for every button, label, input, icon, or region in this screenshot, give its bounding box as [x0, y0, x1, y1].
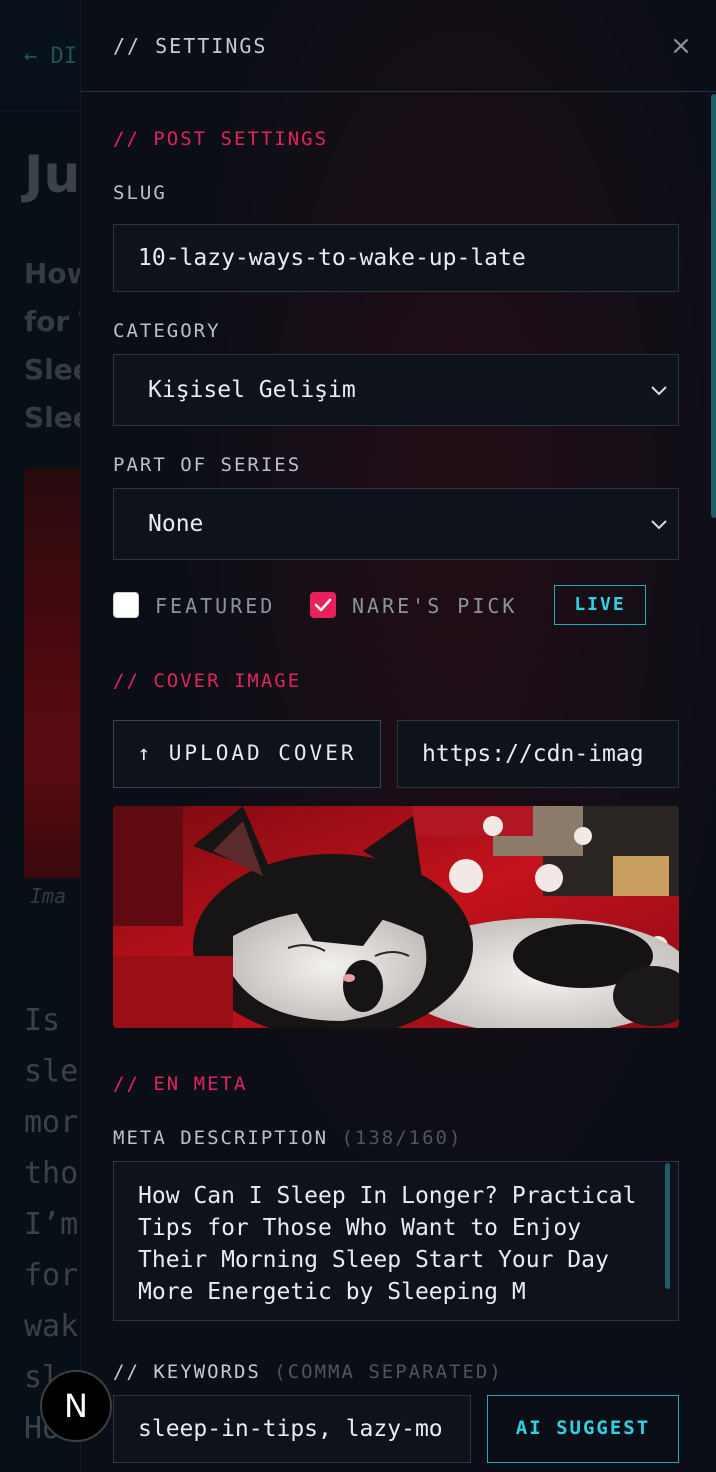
upload-cover-button[interactable]: ↑ UPLOAD COVER [113, 720, 381, 788]
meta-description-textarea[interactable]: How Can I Sleep In Longer? Practical Tip… [113, 1161, 679, 1321]
category-label: CATEGORY [113, 320, 221, 342]
featured-label[interactable]: FEATURED [155, 594, 275, 618]
featured-checkbox[interactable] [113, 592, 139, 618]
close-button[interactable]: × [667, 30, 695, 62]
keywords-input[interactable]: sleep-in-tips, lazy-mo [113, 1395, 471, 1463]
panel-title: // SETTINGS [113, 34, 268, 58]
settings-panel: // SETTINGS × // POST SETTINGS SLUG 10-l… [80, 0, 716, 1472]
live-status-badge: LIVE [554, 585, 646, 625]
panel-header: // SETTINGS × [81, 0, 716, 92]
nextjs-dev-badge[interactable]: N [40, 1370, 112, 1442]
category-select[interactable]: Kişisel Gelişim [113, 354, 679, 426]
cover-image-preview [113, 806, 679, 1028]
keywords-label-text: // KEYWORDS [113, 1361, 261, 1383]
nares-pick-label[interactable]: NARE'S PICK [352, 594, 517, 618]
meta-char-count: (138/160) [341, 1127, 463, 1149]
keywords-hint: (COMMA SEPARATED) [274, 1361, 503, 1383]
chevron-down-icon [651, 386, 667, 396]
series-label: PART OF SERIES [113, 454, 302, 476]
series-value: None [148, 511, 204, 537]
keywords-label: // KEYWORDS (COMMA SEPARATED) [113, 1361, 503, 1383]
meta-description-text: META DESCRIPTION [113, 1127, 329, 1149]
slug-label: SLUG [113, 182, 167, 204]
slug-input[interactable]: 10-lazy-ways-to-wake-up-late [113, 224, 679, 292]
post-settings-heading: // POST SETTINGS [113, 128, 329, 150]
category-value: Kişisel Gelişim [148, 377, 356, 403]
panel-scrollbar[interactable] [711, 94, 716, 518]
checkmark-icon [314, 598, 332, 612]
en-meta-heading: // EN META [113, 1073, 248, 1095]
chevron-down-icon [651, 520, 667, 530]
cover-url-input[interactable]: https://cdn-imag [397, 720, 679, 788]
nares-pick-checkbox[interactable] [310, 592, 336, 618]
meta-description-label: META DESCRIPTION (138/160) [113, 1127, 462, 1149]
sleeping-cat-image [113, 806, 679, 1028]
ai-suggest-button[interactable]: AI SUGGEST [487, 1395, 679, 1463]
textarea-scrollbar[interactable] [665, 1163, 670, 1289]
cover-image-heading: // COVER IMAGE [113, 670, 302, 692]
series-select[interactable]: None [113, 488, 679, 560]
